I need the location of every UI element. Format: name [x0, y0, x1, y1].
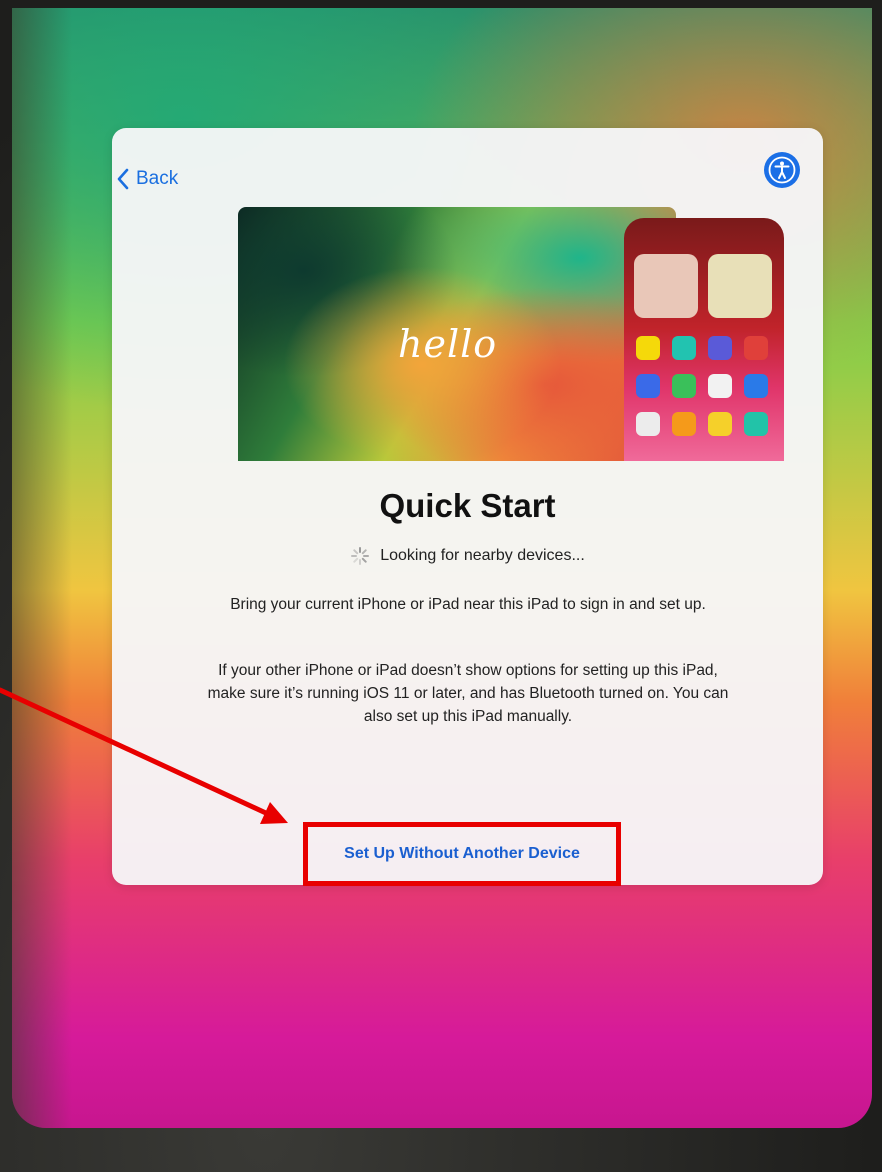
activity-spinner-icon	[351, 547, 370, 565]
app-icon	[744, 336, 768, 360]
app-icon	[672, 412, 696, 436]
app-icon	[708, 374, 732, 398]
chevron-left-icon	[117, 168, 129, 190]
phone-widget	[634, 254, 698, 318]
search-status: Looking for nearby devices...	[112, 546, 823, 566]
accessibility-icon	[768, 156, 796, 184]
phone-widget	[708, 254, 772, 318]
hero-mac-image: hello	[238, 207, 676, 461]
status-text: Looking for nearby devices...	[380, 547, 585, 564]
app-icon	[672, 374, 696, 398]
hello-greeting: hello	[398, 322, 498, 366]
back-label: Back	[136, 168, 179, 189]
instructions-paragraph: Bring your current iPhone or iPad near t…	[230, 596, 706, 613]
hero-phone-image	[624, 218, 784, 461]
setup-without-device-label: Set Up Without Another Device	[344, 845, 580, 862]
app-icon	[636, 412, 660, 436]
app-icon	[708, 412, 732, 436]
app-icon	[636, 374, 660, 398]
setup-without-device-button[interactable]: Set Up Without Another Device	[303, 822, 621, 886]
app-icon	[672, 336, 696, 360]
app-icon	[744, 412, 768, 436]
back-button[interactable]: Back	[116, 166, 178, 192]
app-icon	[708, 336, 732, 360]
page-title: Quick Start	[379, 487, 556, 524]
app-icon	[636, 336, 660, 360]
troubleshooting-paragraph: If your other iPhone or iPad doesn’t sho…	[207, 662, 729, 725]
app-icon	[744, 374, 768, 398]
accessibility-button[interactable]	[764, 152, 800, 188]
